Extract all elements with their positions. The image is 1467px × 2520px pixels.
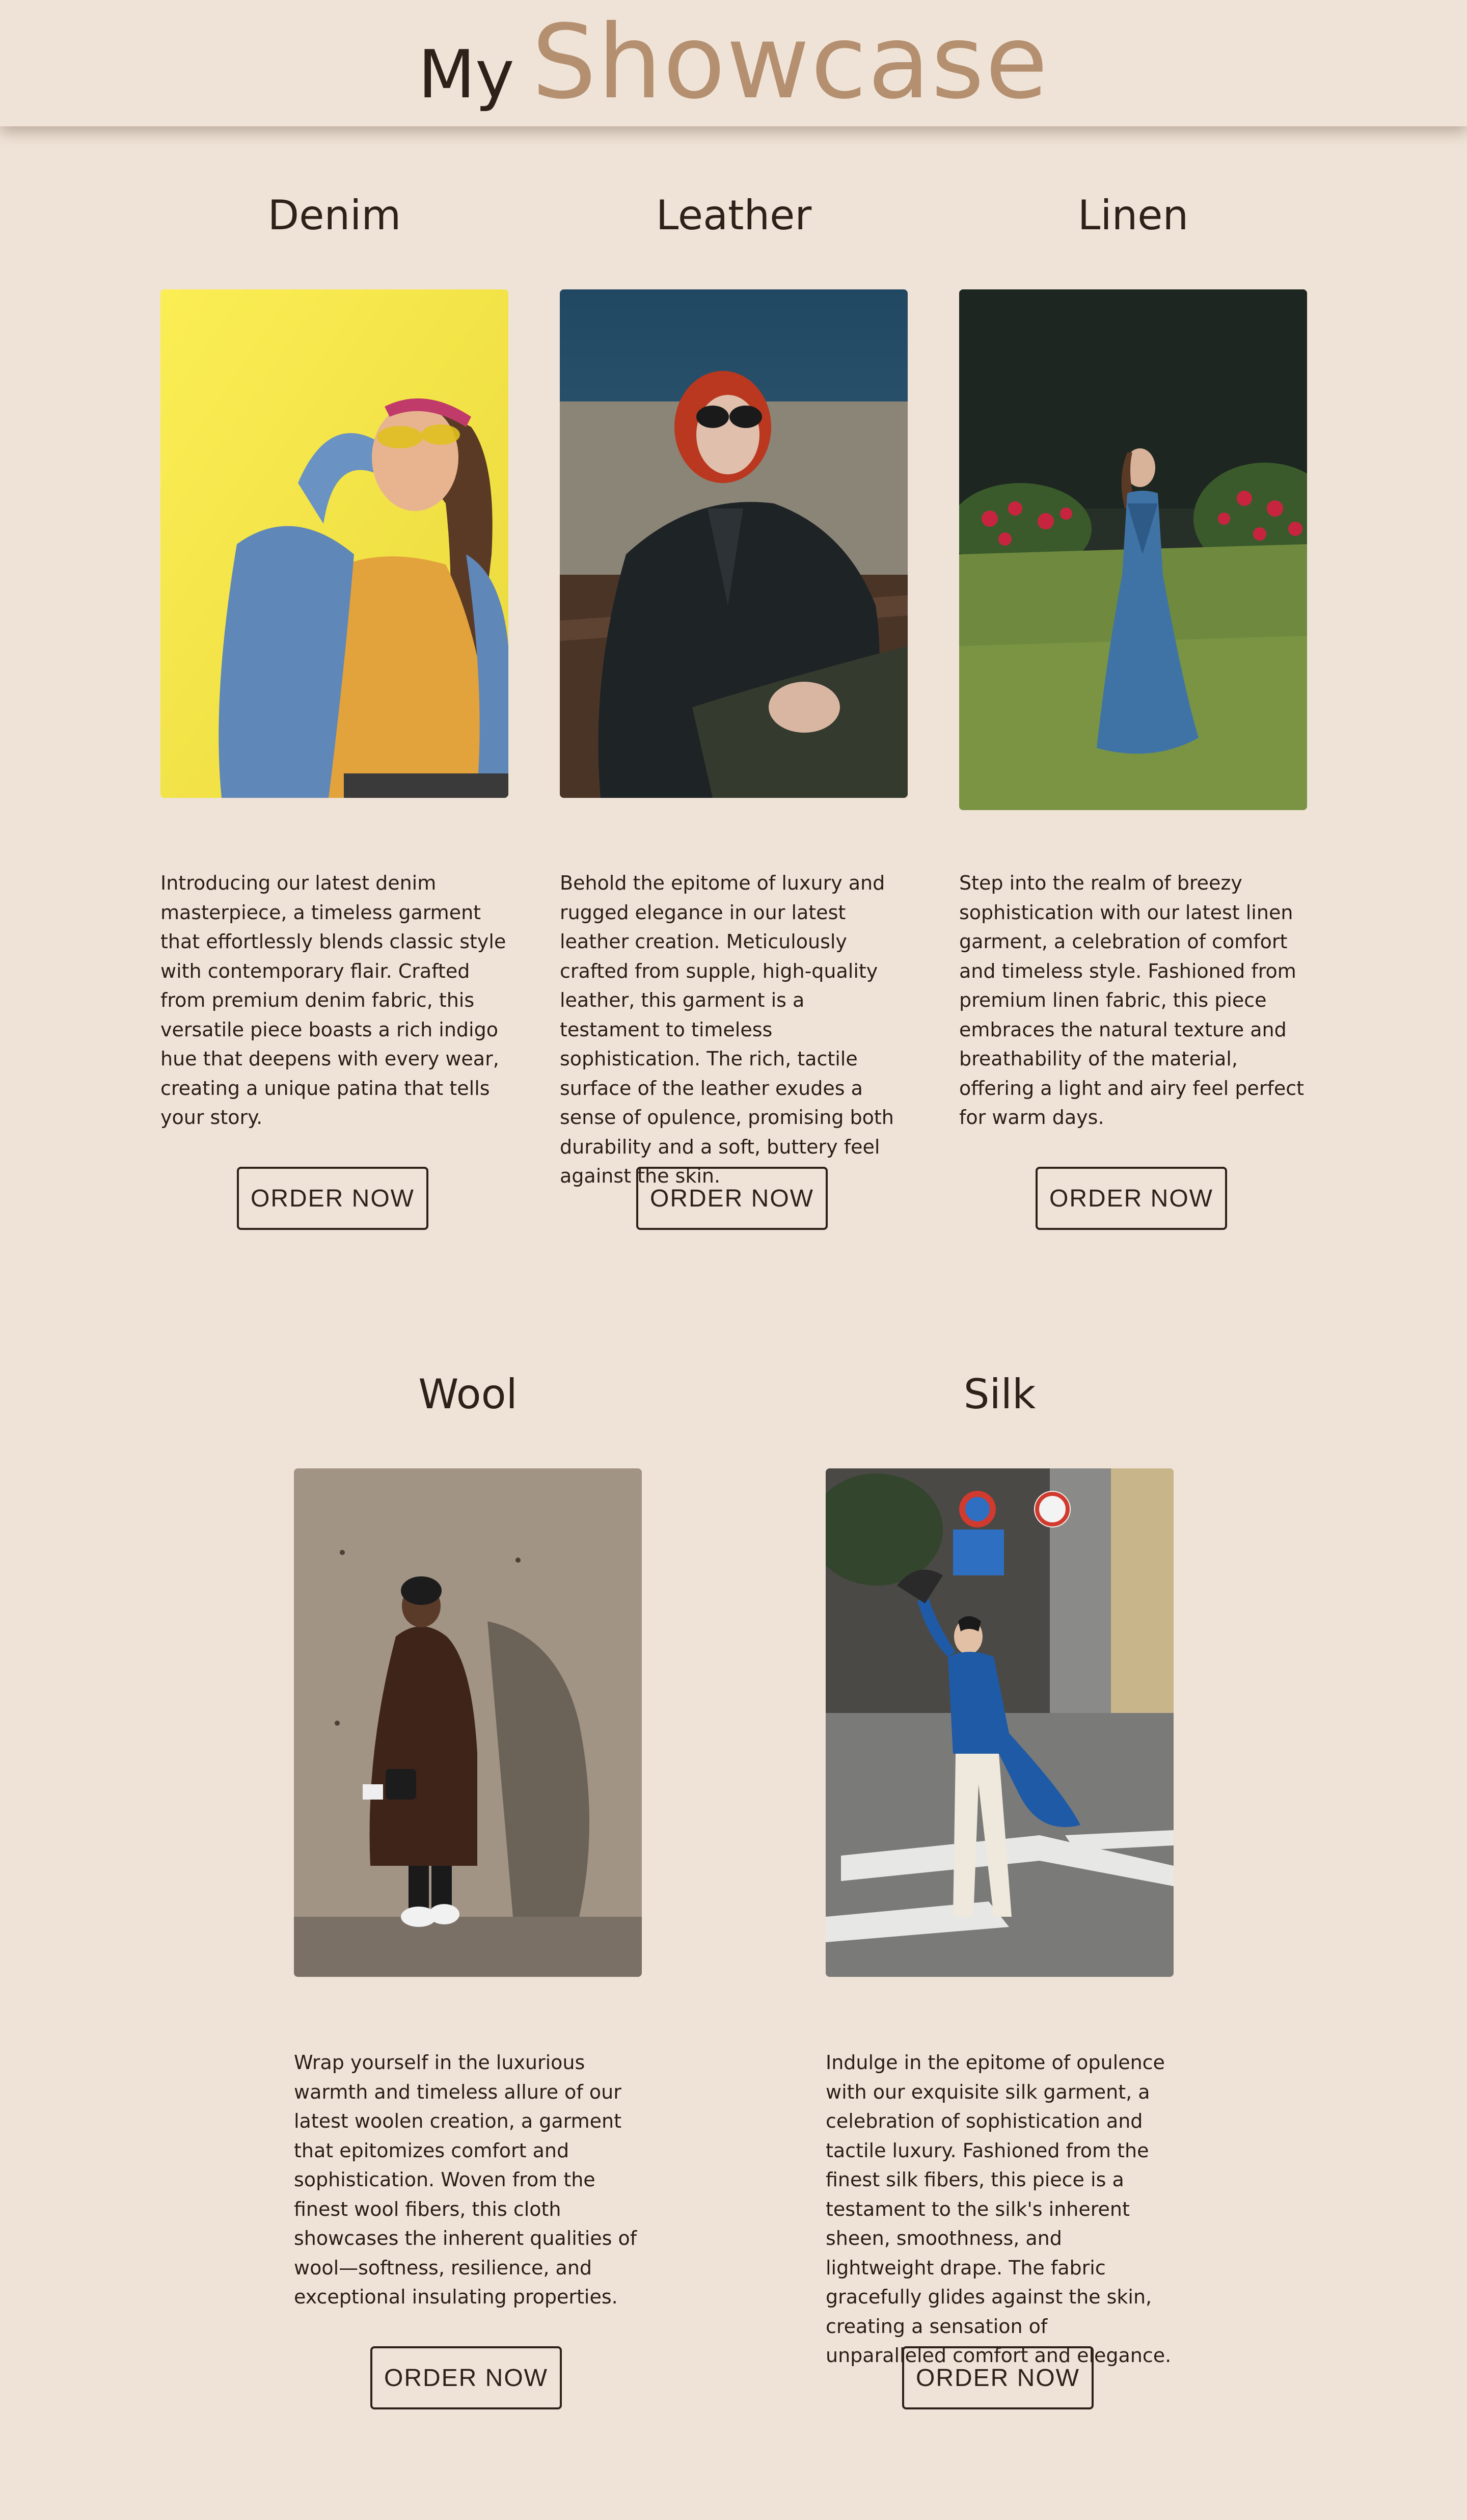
site-header: My Showcase	[0, 0, 1467, 126]
order-now-button-linen[interactable]: ORDER NOW	[1036, 1167, 1227, 1230]
product-photo-wool	[294, 1468, 642, 1977]
site-title-main: Showcase	[531, 3, 1049, 122]
product-description: Step into the realm of breezy sophistica…	[959, 872, 1304, 1129]
order-now-button-denim[interactable]: ORDER NOW	[237, 1167, 428, 1230]
product-photo-linen	[959, 289, 1307, 810]
product-title: Wool	[418, 1371, 518, 1418]
product-photo-denim	[160, 289, 508, 798]
product-title: Denim	[267, 192, 401, 239]
order-now-button-silk[interactable]: ORDER NOW	[902, 2346, 1094, 2409]
product-photo-leather	[560, 289, 908, 798]
site-title-prefix: My	[418, 36, 514, 113]
product-description: Behold the epitome of luxury and rugged …	[560, 872, 894, 1187]
product-title: Leather	[656, 192, 812, 239]
product-title: Linen	[1077, 192, 1189, 239]
order-now-button-leather[interactable]: ORDER NOW	[636, 1167, 828, 1230]
product-description: Wrap yourself in the luxurious warmth an…	[294, 2051, 637, 2308]
order-now-button-wool[interactable]: ORDER NOW	[370, 2346, 562, 2409]
site-title: My Showcase	[0, 4, 1467, 153]
product-photo-silk	[826, 1468, 1174, 1977]
product-title: Silk	[963, 1371, 1036, 1418]
product-description: Introducing our latest denim masterpiece…	[160, 872, 506, 1129]
product-description: Indulge in the epitome of opulence with …	[826, 2051, 1172, 2367]
